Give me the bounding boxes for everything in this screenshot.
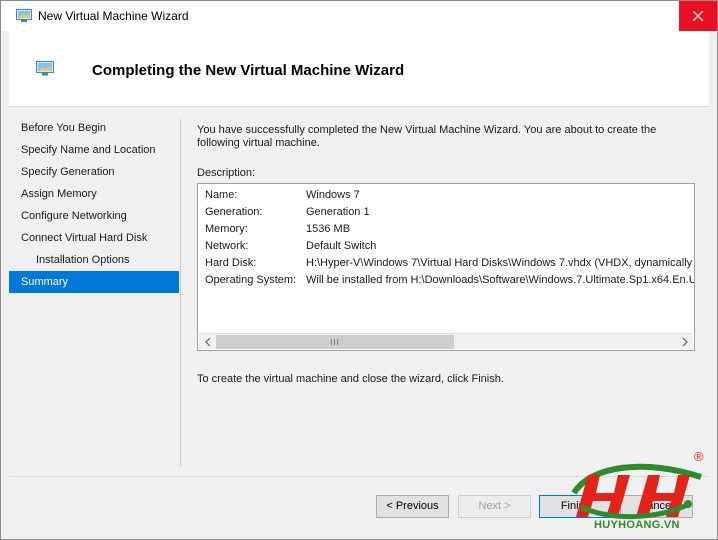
nav-item-installation-options[interactable]: Installation Options — [9, 249, 179, 271]
scroll-grip: III — [330, 337, 340, 347]
nav-item-summary[interactable]: Summary — [9, 271, 179, 293]
intro-text: You have successfully completed the New … — [197, 124, 657, 149]
wizard-steps-nav: Before You Begin Specify Name and Locati… — [9, 117, 179, 293]
row-key: Name: — [205, 189, 238, 201]
page-title: Completing the New Virtual Machine Wizar… — [92, 62, 405, 79]
summary-content: You have successfully completed the New … — [197, 124, 697, 385]
wizard-header: Completing the New Virtual Machine Wizar… — [9, 31, 709, 106]
row-value: Default Switch — [306, 240, 377, 252]
description-list: Name: Windows 7 Generation: Generation 1 M… — [205, 187, 695, 289]
scroll-left-arrow-icon[interactable] — [199, 334, 216, 350]
nav-item-configure-networking[interactable]: Configure Networking — [9, 205, 179, 227]
wizard-body: Before You Begin Specify Name and Locati… — [9, 106, 709, 476]
next-button[interactable]: Next > — [458, 495, 531, 518]
close-button[interactable] — [679, 1, 717, 31]
nav-item-connect-virtual-hard-disk[interactable]: Connect Virtual Hard Disk — [9, 227, 179, 249]
close-icon — [693, 11, 703, 21]
registered-mark: ® — [694, 449, 704, 464]
row-key: Memory: — [205, 223, 248, 235]
row-value: Generation 1 — [306, 206, 370, 218]
description-row: Hard Disk: H:\Hyper-V\Windows 7\Virtual H… — [205, 255, 695, 272]
nav-item-specify-name-location[interactable]: Specify Name and Location — [9, 139, 179, 161]
window-title: New Virtual Machine Wizard — [38, 9, 189, 23]
hyper-v-icon — [16, 9, 32, 22]
row-key: Operating System: — [205, 274, 297, 286]
row-key: Hard Disk: — [205, 257, 257, 269]
scroll-right-arrow-icon[interactable] — [676, 334, 693, 350]
description-label: Description: — [197, 167, 256, 179]
row-value: 1536 MB — [306, 223, 351, 235]
description-row: Operating System: Will be installed from … — [205, 272, 695, 289]
row-value: H:\Hyper-V\Windows 7\Virtual Hard Disks\… — [306, 257, 695, 269]
horizontal-scrollbar[interactable]: III — [199, 333, 693, 349]
nav-item-assign-memory[interactable]: Assign Memory — [9, 183, 179, 205]
row-value: Will be installed from H:\Downloads\Soft… — [306, 274, 695, 286]
virtual-machine-icon — [36, 61, 54, 76]
previous-button[interactable]: < Previous — [376, 495, 449, 518]
nav-item-specify-generation[interactable]: Specify Generation — [9, 161, 179, 183]
description-row: Generation: Generation 1 — [205, 204, 694, 221]
nav-item-before-you-begin[interactable]: Before You Begin — [9, 117, 179, 139]
row-key: Network: — [205, 240, 249, 252]
description-row: Network: Default Switch — [205, 238, 694, 255]
row-key: Generation: — [205, 206, 263, 218]
watermark-text: HUYHOANG.VN — [594, 519, 680, 531]
finish-instructions: To create the virtual machine and close … — [197, 373, 504, 385]
nav-divider — [180, 119, 181, 466]
title-bar: New Virtual Machine Wizard — [1, 1, 717, 31]
scroll-thumb[interactable]: III — [216, 335, 454, 349]
description-row: Memory: 1536 MB — [205, 221, 694, 238]
description-box[interactable]: Name: Windows 7 Generation: Generation 1 M… — [197, 183, 695, 351]
row-value: Windows 7 — [306, 189, 360, 201]
description-row: Name: Windows 7 — [205, 187, 694, 204]
